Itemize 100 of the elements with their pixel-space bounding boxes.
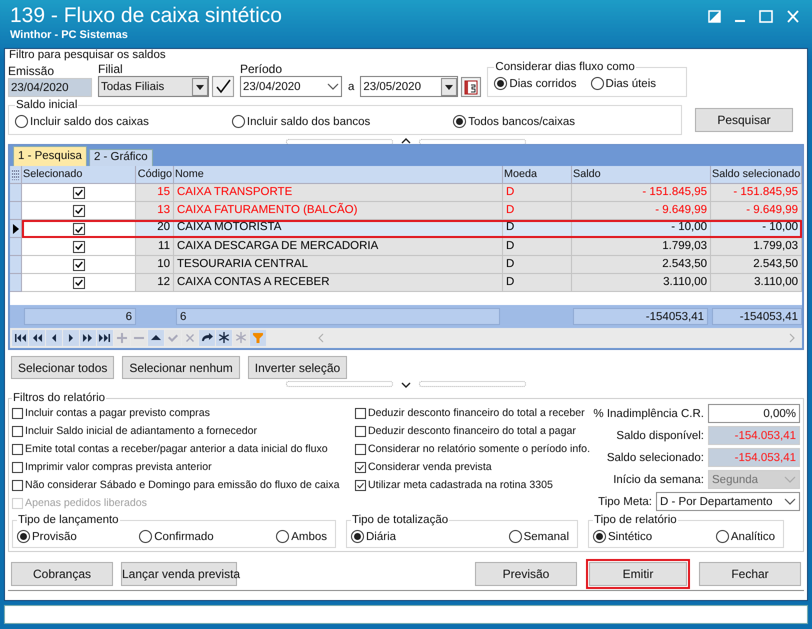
check-icon[interactable] (212, 76, 234, 97)
current-row-indicator[interactable] (10, 220, 22, 238)
restore-icon[interactable] (708, 10, 721, 23)
radio-option[interactable]: Sintético (593, 530, 652, 543)
dropdown[interactable]: D - Por Departamento (656, 492, 800, 511)
select-button[interactable]: Selecionar nenhum (122, 356, 240, 379)
select-button[interactable]: Selecionar todos (11, 356, 114, 379)
date-field[interactable]: 23/04/2020 (240, 76, 342, 97)
date-field[interactable]: 23/04/2020 (8, 78, 92, 97)
checkbox[interactable] (72, 240, 84, 252)
maximize-icon[interactable] (759, 10, 773, 23)
field-label: Emissão (8, 64, 56, 78)
checkbox-label: Apenas pedidos liberados (25, 497, 147, 509)
checkbox[interactable] (12, 408, 23, 418)
group-title: Tipo de totalização (351, 514, 450, 526)
radio-option[interactable]: Incluir saldo dos caixas (15, 115, 149, 128)
checkbox[interactable] (72, 276, 84, 288)
checkbox-label: Incluir Saldo inicial de adiantamento a fornecedor (25, 425, 258, 437)
action-button[interactable]: Emitir (589, 562, 687, 586)
asterisk-icon[interactable] (216, 330, 232, 346)
radio-button[interactable] (139, 530, 152, 543)
table-cell: 3.110,00 (711, 274, 802, 292)
last-icon[interactable] (97, 330, 113, 346)
checkbox[interactable] (355, 480, 366, 490)
table-cell: - 9.649,99 (711, 202, 802, 220)
action-button[interactable]: Cobranças (11, 562, 113, 586)
chevron-down-icon[interactable] (784, 498, 796, 506)
checkbox[interactable] (12, 462, 23, 472)
checkbox[interactable] (12, 426, 23, 436)
radio-button[interactable] (593, 530, 606, 543)
radio-button[interactable] (494, 77, 508, 90)
radio-option[interactable]: Dias corridos (494, 77, 577, 90)
radio-button[interactable] (453, 115, 466, 128)
input-field[interactable]: 0,00% (708, 404, 800, 423)
radio-label: Analítico (730, 530, 775, 542)
table-cell: CAIXA TRANSPORTE (174, 184, 503, 202)
dropdown-icon[interactable] (441, 78, 458, 96)
select-button[interactable]: Inverter seleção (248, 356, 348, 379)
radio-option[interactable]: Analítico (716, 530, 775, 543)
radio-button[interactable] (716, 530, 729, 543)
table-cell: 2.543,50 (711, 256, 802, 274)
dropdown-icon[interactable] (192, 78, 208, 96)
checkbox[interactable] (12, 444, 23, 454)
radio-button[interactable] (232, 115, 245, 128)
radio-button[interactable] (590, 77, 604, 90)
checkbox[interactable] (355, 426, 366, 436)
checkbox[interactable] (72, 186, 84, 198)
radio-button[interactable] (15, 115, 28, 128)
radio-button[interactable] (17, 530, 30, 543)
table-cell: 1.799,03 (572, 238, 711, 256)
checkbox[interactable] (355, 462, 366, 472)
radio-option[interactable]: Dias úteis (590, 77, 656, 90)
radio-option[interactable]: Ambos (276, 530, 327, 543)
readonly-field: -154.053,41 (708, 426, 800, 445)
action-button[interactable]: Fechar (699, 562, 801, 586)
checkbox[interactable] (72, 223, 84, 235)
fast-forward-icon[interactable] (80, 330, 96, 346)
action-button[interactable]: Previsão (475, 562, 577, 586)
chevron-down-icon[interactable] (327, 82, 339, 90)
date-field[interactable]: 23/05/2020 (360, 76, 458, 97)
rewind-icon[interactable] (29, 330, 45, 346)
radio-label: Sintético (608, 530, 652, 542)
radio-option[interactable]: Semanal (508, 530, 569, 543)
checkbox[interactable] (355, 408, 366, 418)
radio-option[interactable]: Provisão (17, 530, 77, 543)
first-icon[interactable] (12, 330, 28, 346)
tab[interactable]: 2 - Gráfico (88, 149, 153, 166)
radio-option[interactable]: Confirmado (139, 530, 214, 543)
radio-button[interactable] (276, 530, 290, 543)
checkbox[interactable] (12, 480, 23, 490)
radio-label: Provisão (32, 530, 77, 542)
next-icon[interactable] (63, 330, 79, 346)
tab[interactable]: 1 - Pesquisa (13, 146, 87, 166)
range-separator: a (347, 80, 356, 92)
group-title: Saldo inicial (15, 99, 78, 111)
table-cell: - 10,00 (711, 220, 802, 238)
checkbox[interactable] (72, 204, 84, 216)
radio-button[interactable] (508, 530, 522, 543)
search-button[interactable]: Pesquisar (695, 108, 793, 132)
checkbox[interactable] (355, 444, 366, 454)
radio-label: Confirmado (154, 530, 214, 542)
column-chooser-icon[interactable] (12, 170, 20, 180)
table-cell: 12 (136, 274, 174, 292)
field-label: Saldo selecionado: (606, 452, 704, 464)
radio-option[interactable]: Incluir saldo dos bancos (232, 115, 370, 128)
radio-option[interactable]: Diária (351, 530, 396, 543)
table-cell: - 151.845,95 (711, 184, 802, 202)
table-cell: - 151.845,95 (572, 184, 711, 202)
close-icon[interactable] (786, 10, 800, 23)
radio-label: Dias corridos (509, 78, 577, 90)
calendar-icon[interactable] (461, 76, 482, 96)
expand-handle-icon[interactable] (286, 380, 526, 388)
previous-icon[interactable] (46, 330, 62, 346)
checkbox[interactable] (72, 258, 84, 270)
radio-button[interactable] (351, 530, 364, 543)
refresh-icon[interactable] (199, 330, 215, 346)
field-label: Saldo disponível: (616, 430, 704, 442)
branch-dropdown[interactable]: Todas Filiais (98, 76, 209, 97)
radio-option[interactable]: Todos bancos/caixas (453, 115, 575, 128)
table-cell: 1.799,03 (711, 238, 802, 256)
